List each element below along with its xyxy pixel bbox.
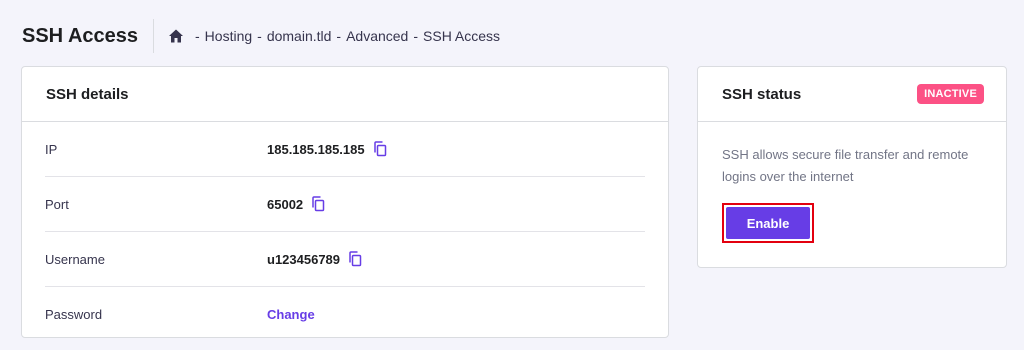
breadcrumb-item-domain[interactable]: domain.tld [267,28,332,44]
ssh-details-card: SSH details IP 185.185.185.185 Port 6500… [21,66,669,338]
status-badge: INACTIVE [917,84,984,104]
breadcrumb-separator: - [257,28,262,44]
change-password-link[interactable]: Change [267,307,315,322]
page-header: SSH Access - Hosting - domain.tld - Adva… [22,18,500,54]
header-divider [153,19,154,53]
detail-row-username: Username u123456789 [45,232,645,287]
password-value-wrap: Change [267,307,315,322]
detail-row-password: Password Change [45,287,645,341]
enable-button-highlight: Enable [722,203,814,243]
home-icon[interactable] [168,28,184,44]
ip-label: IP [45,141,58,157]
ssh-status-description: SSH allows secure file transfer and remo… [722,147,969,184]
ssh-status-title: SSH status [722,85,802,103]
ssh-details-title: SSH details [46,85,129,103]
username-value-wrap: u123456789 [267,251,362,267]
ssh-status-header: SSH status INACTIVE [698,67,1006,122]
port-value-wrap: 65002 [267,196,325,212]
breadcrumb-item-ssh-access: SSH Access [423,28,501,44]
breadcrumb-item-advanced[interactable]: Advanced [346,28,408,44]
copy-icon[interactable] [311,196,325,212]
breadcrumb: - Hosting - domain.tld - Advanced - SSH … [168,28,500,44]
ip-value: 185.185.185.185 [267,141,365,157]
username-label: Username [45,251,105,267]
copy-icon[interactable] [373,141,387,157]
port-label: Port [45,196,69,212]
ssh-status-body: SSH allows secure file transfer and remo… [698,122,1006,243]
detail-row-port: Port 65002 [45,177,645,232]
ssh-details-header: SSH details [22,67,668,122]
username-value: u123456789 [267,251,341,267]
password-label: Password [45,306,103,322]
ssh-status-card: SSH status INACTIVE SSH allows secure fi… [697,66,1007,268]
breadcrumb-separator: - [413,28,419,44]
breadcrumb-item-hosting[interactable]: Hosting [205,28,252,44]
enable-ssh-button[interactable]: Enable [726,207,810,239]
ssh-details-list: IP 185.185.185.185 Port 65002 Username u… [22,122,668,341]
port-value: 65002 [267,196,304,212]
copy-icon[interactable] [348,251,362,267]
breadcrumb-separator: - [336,28,342,44]
ip-value-wrap: 185.185.185.185 [267,141,387,157]
breadcrumb-separator: - [195,28,200,44]
detail-row-ip: IP 185.185.185.185 [45,122,645,177]
page-title: SSH Access [22,24,138,47]
